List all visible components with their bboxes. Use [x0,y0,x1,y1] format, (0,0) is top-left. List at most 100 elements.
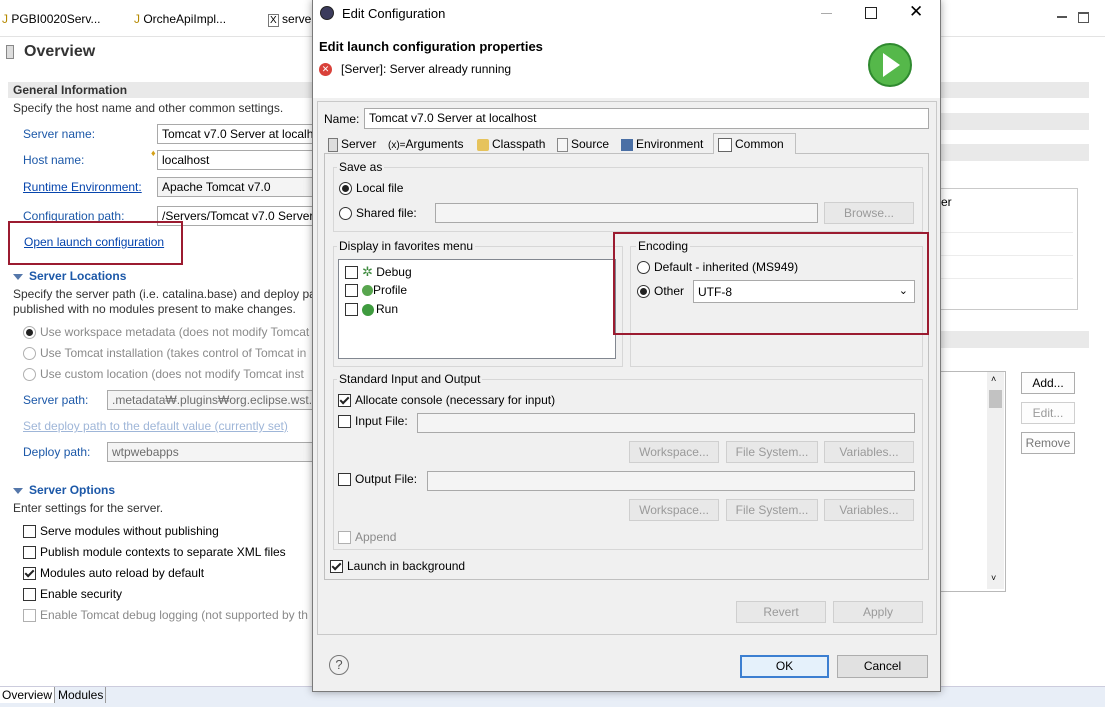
tab-overview[interactable]: Overview [0,687,56,703]
location-option-custom[interactable]: Use custom location (does not modify Tom… [23,367,304,382]
option-publish-contexts[interactable]: Publish module contexts to separate XML … [23,545,286,560]
location-option-tomcat[interactable]: Use Tomcat installation (takes control o… [23,346,306,361]
close-icon[interactable]: ✕ [909,2,923,22]
scroll-thumb[interactable] [989,390,1002,408]
tab-classpath[interactable]: Classpath [473,134,549,154]
run-icon [362,303,374,316]
help-icon[interactable]: ? [329,655,349,675]
dialog-header-text: Edit launch configuration properties [319,39,543,54]
add-module-button[interactable]: Add... [1021,372,1075,394]
server-path-field[interactable]: .metadata₩.plugins₩org.eclipse.wst.se [107,390,317,410]
editor-tab-1[interactable]: J PGBI0020Serv... [2,12,101,26]
revert-button[interactable]: Revert [736,601,826,623]
tab-modules[interactable]: Modules [56,687,107,703]
server-locations-title[interactable]: Server Locations [13,269,126,283]
option-debug-logging[interactable]: Enable Tomcat debug logging (not support… [23,608,313,623]
server-locations-desc-2: published with no modules present to mak… [13,302,296,316]
encoding-default-radio[interactable]: Default - inherited (MS949) [637,260,798,275]
maximize-view-icon[interactable] [1078,12,1089,23]
remove-module-button[interactable]: Remove [1021,432,1075,454]
java-file-icon: J [2,12,8,26]
server-locations-desc-1: Specify the server path (i.e. catalina.b… [13,287,316,301]
info-decoration-icon: ♦ [151,148,156,158]
runtime-environment-link[interactable]: Runtime Environment: [23,180,142,194]
browse-button[interactable]: Browse... [824,202,914,224]
right-table-row-line [940,232,1073,233]
set-deploy-path-link[interactable]: Set deploy path to the default value (cu… [23,419,288,433]
right-section-bar-1 [940,113,1089,130]
shared-file-radio[interactable]: Shared file: [339,206,417,221]
output-variables-button[interactable]: Variables... [824,499,914,521]
checkbox [23,567,36,581]
scroll-down-icon[interactable]: ˅ [991,573,996,583]
shared-file-field[interactable] [435,203,818,223]
tab-arguments[interactable]: (x)=Arguments [384,134,468,154]
allocate-console-checkbox[interactable]: Allocate console (necessary for input) [338,393,555,408]
checkbox [338,531,351,545]
save-as-title: Save as [337,160,385,174]
server-name-label: Server name: [23,127,96,141]
server-options-title[interactable]: Server Options [13,483,115,497]
name-label: Name: [324,112,360,126]
profile-icon [362,285,373,297]
right-section-bar-2 [940,144,1089,161]
minimize-icon[interactable] [821,13,832,14]
editor-tab-3[interactable]: X serve [268,12,311,27]
java-file-icon: J [134,12,140,26]
ok-button[interactable]: OK [740,655,829,678]
minimize-view-icon[interactable] [1057,16,1067,18]
radio-button [637,285,650,299]
favorites-title: Display in favorites menu [337,239,476,253]
checkbox [330,560,343,574]
encoding-select[interactable]: UTF-8 ⌄ [693,280,915,303]
apply-button[interactable]: Apply [833,601,923,623]
favorite-run[interactable]: Run [345,302,398,317]
tab-source[interactable]: Source [553,134,613,154]
deploy-path-field[interactable]: wtpwebapps [107,442,317,462]
chevron-down-icon: ⌄ [898,285,908,297]
tab-server[interactable]: Server [324,134,380,154]
runtime-environment-select[interactable]: Apache Tomcat v7.0 [157,177,317,197]
checkbox [345,266,358,280]
launch-background-checkbox[interactable]: Launch in background [330,559,465,574]
input-workspace-button[interactable]: Workspace... [629,441,719,463]
tab-common[interactable]: Common [713,133,796,154]
open-launch-configuration-link[interactable]: Open launch configuration [24,235,164,249]
input-variables-button[interactable]: Variables... [824,441,914,463]
favorite-debug[interactable]: ✲ Debug [345,264,412,280]
overview-title: Overview [24,43,96,60]
output-file-checkbox[interactable]: Output File: [338,472,417,487]
server-name-field[interactable]: Tomcat v7.0 Server at localh [157,124,317,144]
input-file-system-button[interactable]: File System... [726,441,818,463]
host-name-field[interactable]: localhost [157,150,317,170]
radio-button [23,326,36,340]
radio-button [23,368,36,382]
configuration-name-field[interactable]: Tomcat v7.0 Server at localhost [364,108,929,129]
edit-module-button[interactable]: Edit... [1021,402,1075,424]
std-io-title: Standard Input and Output [337,372,483,386]
maximize-icon[interactable] [865,7,877,19]
deploy-path-label: Deploy path: [23,445,91,459]
append-checkbox[interactable]: Append [338,530,396,545]
server-tab-icon [328,137,338,152]
cancel-button[interactable]: Cancel [837,655,928,678]
favorite-profile[interactable]: Profile [345,283,407,298]
editor-tab-2[interactable]: J OrcheApiImpl... [134,12,226,26]
right-table-panel [935,188,1078,310]
output-workspace-button[interactable]: Workspace... [629,499,719,521]
input-file-field[interactable] [417,413,915,433]
tab-environment[interactable]: Environment [617,134,707,154]
output-file-field[interactable] [427,471,915,491]
input-file-checkbox[interactable]: Input File: [338,414,408,429]
local-file-radio[interactable]: Local file [339,181,403,196]
classpath-icon [477,138,489,151]
location-option-workspace[interactable]: Use workspace metadata (does not modify … [23,325,309,340]
checkbox [23,609,36,623]
output-file-system-button[interactable]: File System... [726,499,818,521]
collapse-icon [13,273,23,280]
option-auto-reload[interactable]: Modules auto reload by default [23,566,204,581]
option-serve-modules[interactable]: Serve modules without publishing [23,524,219,539]
option-enable-security[interactable]: Enable security [23,587,122,602]
encoding-other-radio[interactable]: Other [637,284,684,299]
scroll-up-icon[interactable]: ˄ [991,374,996,384]
